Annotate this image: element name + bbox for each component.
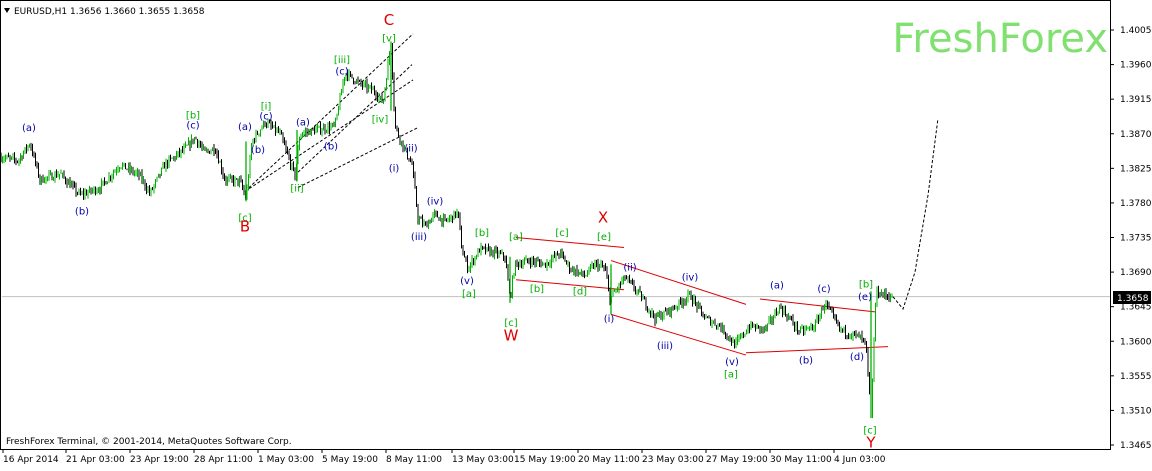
symbol-header[interactable]: EURUSD,H1 1.3656 1.3660 1.3655 1.3658 [4, 7, 205, 17]
x-tick-label: 23 May 03:00 [642, 455, 704, 465]
y-tick-label: 1.3915 [1120, 95, 1152, 105]
x-tick-label: 15 May 19:00 [514, 455, 576, 465]
wave-label: (d) [850, 352, 864, 363]
y-tick-label: 1.3780 [1120, 199, 1152, 209]
x-tick-label: 8 May 11:00 [386, 455, 442, 465]
x-tick-label: 30 May 11:00 [770, 455, 832, 465]
wave-label: W [504, 327, 519, 345]
chart: FreshForex C [v] [iii] (c) [b] (c) [i] (c) (a) (b… [0, 0, 1152, 467]
wave-label: [a] [724, 370, 738, 381]
symbol-line: EURUSD,H1 1.3656 1.3660 1.3655 1.3658 [14, 7, 205, 17]
wave-label: [a] [509, 232, 523, 243]
x-tick-label: 5 May 19:00 [322, 455, 378, 465]
wave-label: [c] [555, 228, 568, 239]
x-tick-label: 4 Jun 03:00 [834, 455, 886, 465]
wave-label: [b] [859, 280, 873, 291]
wave-label: X [598, 208, 608, 226]
wave-label: [iv] [372, 114, 389, 125]
y-tick-label: 1.3510 [1120, 406, 1152, 416]
wave-label: [e] [597, 232, 611, 243]
wave-label: (c) [817, 284, 830, 295]
wave-label: [ii] [290, 184, 303, 195]
y-tick-label: 1.3870 [1120, 130, 1152, 140]
wave-label: [b] [475, 228, 489, 239]
wave-label: Y [865, 433, 876, 451]
wave-label: (ii) [623, 263, 636, 274]
current-price-tag: 1.3658 [1113, 291, 1151, 304]
y-tick-label: 1.3465 [1120, 441, 1152, 451]
x-tick-label: 28 Apr 11:00 [194, 455, 253, 465]
wave-label: (iv) [682, 273, 699, 284]
x-tick-label: 21 Apr 03:00 [66, 455, 125, 465]
y-tick-label: 1.4005 [1120, 26, 1152, 36]
wave-label: (i) [604, 314, 615, 325]
wave-label: (ii) [404, 144, 417, 155]
y-tick-label: 1.3825 [1120, 164, 1152, 174]
wave-label: C [384, 11, 394, 29]
wave-label: (e) [858, 292, 872, 303]
x-tick-label: 16 Apr 2014 [3, 455, 59, 465]
wave-label: (iii) [411, 232, 427, 243]
wave-label: [b] [530, 284, 544, 295]
wave-label: [d] [573, 287, 587, 298]
y-tick-label: 1.3690 [1120, 268, 1152, 278]
wave-label: (v) [460, 276, 474, 287]
wave-label: (a) [296, 117, 310, 128]
current-price-text: 1.3658 [1117, 294, 1149, 304]
wave-label: [a] [462, 289, 476, 300]
chart-svg: FreshForex C[v][iii](c)[b](c)[i](c)(a)(b… [0, 0, 1152, 467]
wave-label: (v) [725, 357, 739, 368]
wave-label: (b) [75, 207, 89, 218]
wave-label: (b) [251, 145, 265, 156]
wave-label: B [240, 218, 250, 236]
chart-background [0, 0, 1152, 467]
wave-label: [iii] [334, 55, 350, 66]
x-tick-label: 20 May 11:00 [578, 455, 640, 465]
x-tick-label: 23 Apr 19:00 [130, 455, 189, 465]
y-tick-label: 1.3645 [1120, 303, 1152, 313]
y-tick-label: 1.3735 [1120, 234, 1152, 244]
wave-label: (i) [389, 164, 400, 175]
watermark-logo: FreshForex [892, 16, 1108, 62]
wave-label: (c) [259, 111, 272, 122]
y-tick-label: 1.3960 [1120, 61, 1152, 71]
wave-label: (c) [335, 67, 348, 78]
wave-label: (b) [324, 141, 338, 152]
wave-label: (b) [799, 356, 813, 367]
wave-label: (a) [238, 122, 252, 133]
wave-label: (c) [186, 121, 199, 132]
x-tick-label: 13 May 03:00 [452, 455, 514, 465]
wave-label: (a) [22, 123, 36, 134]
wave-label: [v] [382, 34, 396, 45]
x-tick-label: 27 May 19:00 [706, 455, 768, 465]
wave-label: (iv) [427, 197, 444, 208]
x-tick-label: 1 May 03:00 [258, 455, 314, 465]
y-tick-label: 1.3555 [1120, 372, 1152, 382]
wave-label: (iii) [657, 341, 673, 352]
footer-copyright: FreshForex Terminal, © 2001-2014, MetaQu… [6, 437, 292, 447]
y-tick-label: 1.3600 [1120, 337, 1152, 347]
wave-label: (a) [770, 280, 784, 291]
